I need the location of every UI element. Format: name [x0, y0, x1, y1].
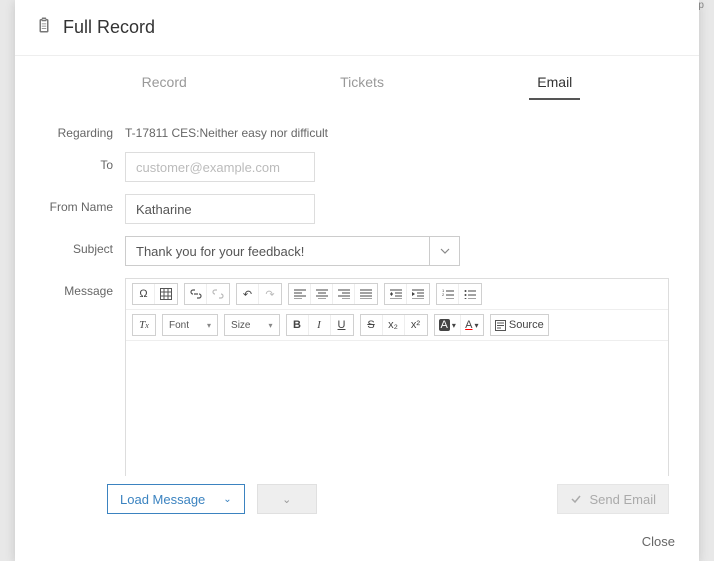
message-editor: Ω: [125, 278, 669, 476]
source-button[interactable]: Source: [491, 315, 548, 335]
undo-button[interactable]: ↶: [237, 284, 259, 304]
load-message-button[interactable]: Load Message ⌄: [107, 484, 245, 514]
bullet-list-icon: [464, 289, 476, 299]
chevron-down-icon: ⌄: [223, 494, 231, 505]
align-justify-button[interactable]: [355, 284, 377, 304]
align-left-button[interactable]: [289, 284, 311, 304]
caret-down-icon: ▾: [268, 321, 272, 330]
to-label: To: [45, 152, 125, 172]
action-row: Load Message ⌄ ⌄ Send Email: [15, 476, 699, 522]
align-right-button[interactable]: [333, 284, 355, 304]
bullet-list-button[interactable]: [459, 284, 481, 304]
table-button[interactable]: [155, 284, 177, 304]
editor-toolbar-row2: Tx Font ▾ Size ▾ B I U: [126, 310, 668, 341]
italic-button[interactable]: I: [309, 315, 331, 335]
send-email-button[interactable]: Send Email: [557, 484, 669, 514]
underline-button[interactable]: U: [331, 315, 353, 335]
check-icon: [570, 493, 582, 505]
load-message-label: Load Message: [120, 492, 205, 507]
outdent-button[interactable]: [385, 284, 407, 304]
caret-down-icon: ▾: [207, 321, 211, 330]
regarding-label: Regarding: [45, 120, 125, 140]
bgcolor-button[interactable]: A▾: [435, 315, 461, 335]
source-icon: [495, 320, 506, 331]
editor-toolbar-row1: Ω: [126, 279, 668, 310]
from-name-label: From Name: [45, 194, 125, 214]
outdent-icon: [390, 289, 402, 299]
editor-content[interactable]: [126, 341, 668, 476]
svg-text:2: 2: [442, 292, 445, 297]
tab-email[interactable]: Email: [529, 74, 580, 100]
unlink-button[interactable]: [207, 284, 229, 304]
modal-header: Full Record: [15, 0, 699, 56]
secondary-dropdown-button[interactable]: ⌄: [257, 484, 317, 514]
subject-label: Subject: [45, 236, 125, 256]
link-icon: [190, 289, 202, 299]
align-center-button[interactable]: [311, 284, 333, 304]
clipboard-icon: [35, 16, 53, 39]
link-button[interactable]: [185, 284, 207, 304]
chevron-down-icon: [440, 246, 450, 256]
table-icon: [160, 288, 172, 300]
close-button[interactable]: Close: [642, 534, 675, 549]
align-justify-icon: [360, 289, 372, 299]
modal-title: Full Record: [63, 17, 155, 38]
font-select[interactable]: Font ▾: [162, 314, 218, 336]
subject-dropdown-toggle[interactable]: [430, 236, 460, 266]
size-select[interactable]: Size ▾: [224, 314, 279, 336]
align-center-icon: [316, 289, 328, 299]
textcolor-button[interactable]: A▾: [461, 315, 483, 335]
remove-format-button[interactable]: Tx: [133, 315, 155, 335]
unlink-icon: [212, 289, 224, 299]
regarding-value: T-17811 CES:Neither easy nor difficult: [125, 120, 669, 140]
font-select-label: Font: [169, 320, 189, 331]
subject-input[interactable]: [125, 236, 430, 266]
to-input[interactable]: [125, 152, 315, 182]
numbered-list-icon: 12: [442, 289, 454, 299]
superscript-button[interactable]: x²: [405, 315, 427, 335]
message-label: Message: [45, 278, 125, 298]
full-record-modal: Full Record Record Tickets Email Regardi…: [15, 0, 699, 561]
chevron-down-icon: ⌄: [282, 493, 291, 506]
tab-tickets[interactable]: Tickets: [332, 74, 392, 100]
subscript-button[interactable]: x₂: [383, 315, 405, 335]
align-left-icon: [294, 289, 306, 299]
tabs: Record Tickets Email: [15, 56, 699, 100]
send-email-label: Send Email: [590, 492, 656, 507]
tab-record[interactable]: Record: [134, 74, 195, 100]
from-name-input[interactable]: [125, 194, 315, 224]
bold-button[interactable]: B: [287, 315, 309, 335]
redo-button[interactable]: ↷: [259, 284, 281, 304]
indent-icon: [412, 289, 424, 299]
strikethrough-button[interactable]: S: [361, 315, 383, 335]
modal-footer: Close: [15, 522, 699, 561]
indent-button[interactable]: [407, 284, 429, 304]
email-form: Regarding T-17811 CES:Neither easy nor d…: [15, 100, 699, 476]
numbered-list-button[interactable]: 12: [437, 284, 459, 304]
align-right-icon: [338, 289, 350, 299]
special-char-button[interactable]: Ω: [133, 284, 155, 304]
size-select-label: Size: [231, 320, 250, 331]
